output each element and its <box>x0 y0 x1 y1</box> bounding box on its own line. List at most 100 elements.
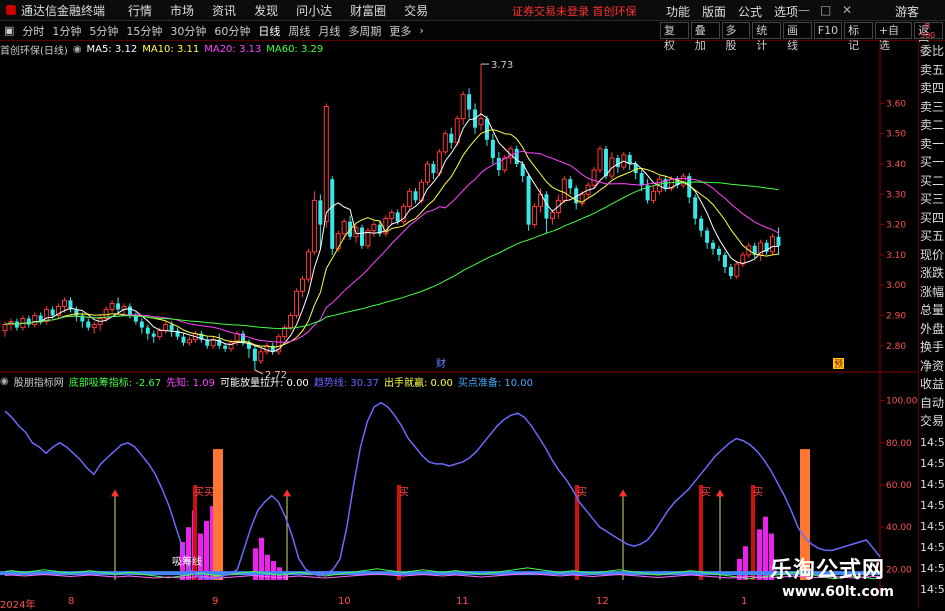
r-badge: R 500 <box>920 22 935 40</box>
candle-body <box>311 199 317 253</box>
y-tick-label: 3.20 <box>886 221 906 231</box>
candle-body <box>300 278 305 292</box>
candle-body <box>2 324 8 332</box>
settings-icon[interactable]: ◉ <box>0 376 9 387</box>
candle-body <box>776 236 781 246</box>
candle-body <box>639 173 644 186</box>
sidebar-item[interactable]: 买一 <box>919 153 945 172</box>
sidebar-item[interactable]: 买四 <box>919 209 945 228</box>
candle-body <box>615 157 620 168</box>
candle-body <box>424 163 430 183</box>
y-tick-label: 60.00 <box>886 481 912 491</box>
indicator-item-bottom: 底部吸筹指标: -2.67 <box>68 377 162 389</box>
indicator-item-buy-prep: 买点准备: 10.00 <box>457 377 534 389</box>
main-chart-candles <box>2 64 781 370</box>
x-date-label: 11 <box>456 596 469 607</box>
candle-body <box>549 211 555 220</box>
candle-body <box>288 314 294 329</box>
candle-body <box>496 157 501 171</box>
candle-body <box>186 339 192 344</box>
sidebar-item[interactable]: 委比 <box>919 42 945 61</box>
trade-time: 14:56 <box>920 561 945 575</box>
y-tick-label: 3.30 <box>886 190 906 200</box>
watermark-url: www.60lt.com <box>782 584 895 600</box>
y-tick-label: 80.00 <box>886 439 912 449</box>
y-tick-label: 3.10 <box>886 251 906 261</box>
candle-body <box>680 175 686 186</box>
x-axis-dates: 2024年 8 9 10 11 12 1 <box>0 596 880 611</box>
sidebar-item[interactable]: 现价 <box>919 246 945 265</box>
badge-r: R <box>924 22 931 31</box>
candle-body <box>323 105 329 223</box>
candle-body <box>32 314 38 326</box>
candle-body <box>109 302 115 310</box>
trend-line <box>4 401 881 580</box>
buy-arrow-up-icon <box>283 489 291 497</box>
ma-line <box>4 181 779 329</box>
sidebar-item[interactable]: 换手 <box>919 338 945 357</box>
watermark-title: 乐淘公式网 <box>770 558 886 583</box>
x-date-label: 12 <box>596 596 609 607</box>
candle-body <box>597 148 603 171</box>
trade-time: 14:56 <box>920 435 945 449</box>
indicator-annotations: 吸筹线 <box>172 555 202 568</box>
indicator-item-prophet: 先知: 1.09 <box>166 377 215 389</box>
sidebar-item[interactable]: 卖四 <box>919 79 945 98</box>
sidebar-item[interactable]: 涨幅 <box>919 283 945 302</box>
y-tick-label: 3.60 <box>886 99 906 109</box>
candle-body <box>305 251 311 280</box>
sidebar-item[interactable]: 买三 <box>919 190 945 209</box>
sidebar-item[interactable]: 买五 <box>919 227 945 246</box>
candle-body <box>651 190 657 201</box>
candle-body <box>127 306 132 316</box>
candle-body <box>717 248 721 255</box>
buy-signal-pair-label: 买买 <box>194 487 214 499</box>
candle-body <box>318 200 323 225</box>
candle-body <box>252 348 257 361</box>
candle-body <box>532 205 538 226</box>
sidebar-item[interactable]: 卖二 <box>919 116 945 135</box>
y-tick-label: 3.00 <box>886 281 906 291</box>
candle-body <box>330 179 335 249</box>
candle-body <box>139 321 144 328</box>
candle-body <box>431 164 436 174</box>
y-tick-label: 2.90 <box>886 311 906 321</box>
sidebar-item[interactable]: 收益 <box>919 375 945 394</box>
sidebar-item[interactable]: 净资 <box>919 357 945 376</box>
sidebar-item[interactable]: 买二 <box>919 172 945 191</box>
y-tick-label: 3.50 <box>886 130 906 140</box>
indicator-name: 股朋指标网 <box>13 377 64 389</box>
auto-trade-button[interactable]: 自动交易 <box>919 394 945 432</box>
sidebar-item[interactable]: 卖三 <box>919 98 945 117</box>
sidebar-item[interactable]: 总量 <box>919 301 945 320</box>
trade-time: 14:56 <box>920 519 945 533</box>
trade-time: 14:56 <box>920 477 945 491</box>
candle-body <box>514 148 519 165</box>
buy-arrow-up-icon <box>619 489 627 497</box>
orange-bar <box>213 449 223 580</box>
candle-body <box>561 178 567 201</box>
candle-body <box>693 197 698 219</box>
sidebar-item[interactable]: 卖一 <box>919 135 945 154</box>
candle-body <box>157 330 163 338</box>
buy-signal-bar <box>397 485 401 580</box>
candle-body <box>467 94 472 110</box>
candle-body <box>360 227 364 246</box>
candle-body <box>62 299 67 307</box>
buy-signal-label: 买 <box>399 487 409 499</box>
candle-body <box>770 236 776 253</box>
main-chart-annotations: 3.732.72财预 <box>254 60 844 381</box>
trade-time: 14:56 <box>920 456 945 470</box>
indicator-grid: 20.0040.0060.0080.00100.00 <box>880 397 918 575</box>
chart-area[interactable]: 2.80 2.90 3.00 3.10 3.20 3.30 3.40 3.50 3.60 3.7… <box>0 0 918 609</box>
sidebar-item[interactable]: 卖五 <box>919 61 945 80</box>
candle-body <box>223 345 228 349</box>
candle-body <box>728 267 733 277</box>
candle-body <box>163 324 169 332</box>
candle-body <box>436 151 442 174</box>
candle-body <box>460 93 466 120</box>
sidebar-item[interactable]: 涨跌 <box>919 264 945 283</box>
candle-body <box>181 336 186 343</box>
buy-signal-bar <box>751 485 755 580</box>
sidebar-item[interactable]: 外盘 <box>919 320 945 339</box>
